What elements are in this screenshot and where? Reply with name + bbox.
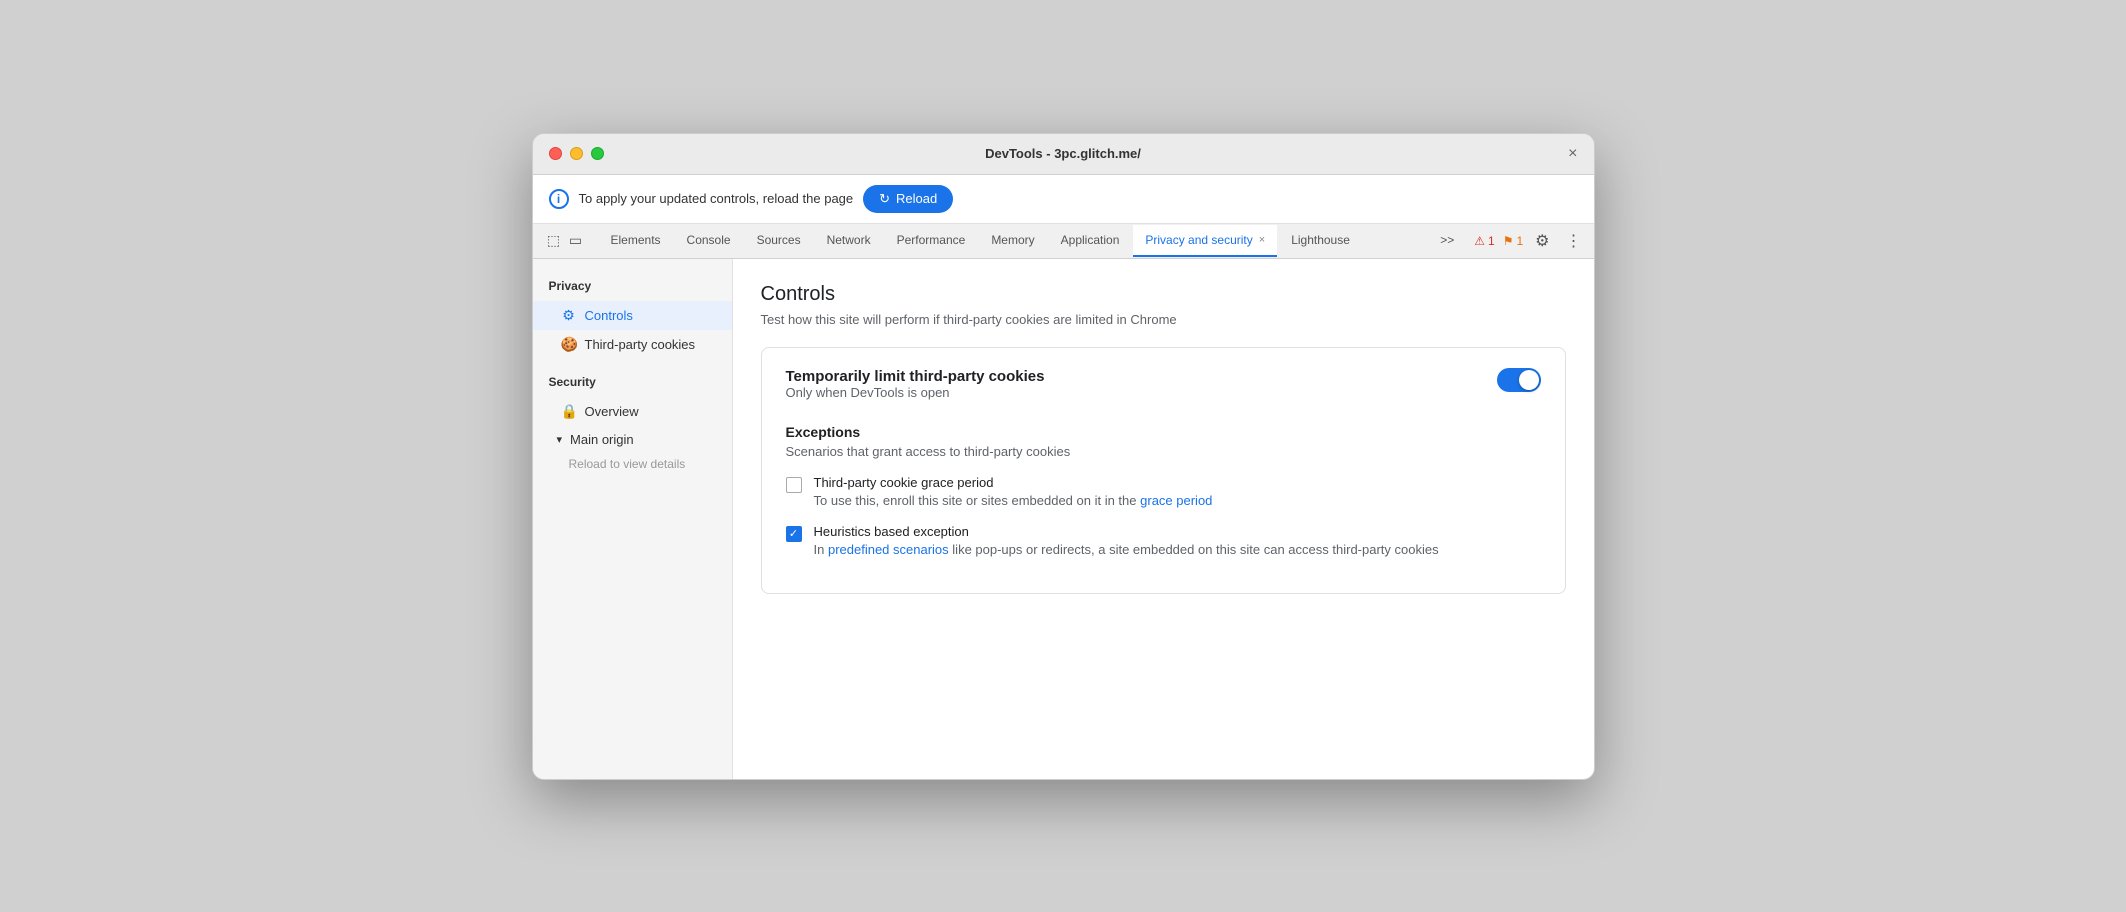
more-tabs-button[interactable]: >> (1428, 225, 1466, 257)
sidebar-item-main-origin[interactable]: ▾ Main origin (533, 426, 732, 453)
card-description: Only when DevTools is open (786, 385, 1045, 400)
grace-period-item: Third-party cookie grace period To use t… (786, 475, 1541, 508)
grace-period-checkbox[interactable] (786, 477, 802, 493)
limit-cookies-toggle[interactable] (1497, 368, 1541, 392)
content-area: Controls Test how this site will perform… (733, 259, 1594, 779)
heuristics-item: ✓ Heuristics based exception In predefin… (786, 524, 1541, 557)
heuristics-description: In predefined scenarios like pop-ups or … (814, 542, 1439, 557)
flag-icon: ⚑ (1503, 234, 1514, 248)
tab-extras: >> ⚠ 1 ⚑ 1 ⚙ ⋮ (1428, 225, 1585, 257)
heuristics-label: Heuristics based exception (814, 524, 1439, 539)
tab-memory[interactable]: Memory (979, 225, 1046, 257)
maximize-traffic-light[interactable] (591, 147, 604, 160)
grace-period-description: To use this, enroll this site or sites e… (814, 493, 1213, 508)
card-title-group: Temporarily limit third-party cookies On… (786, 368, 1045, 420)
device-icon[interactable]: ▭ (567, 232, 585, 250)
exceptions-description: Scenarios that grant access to third-par… (786, 444, 1541, 459)
reload-button[interactable]: ↻ Reload (863, 185, 953, 213)
grace-period-content: Third-party cookie grace period To use t… (814, 475, 1213, 508)
sidebar-item-overview[interactable]: 🔒 Overview (533, 397, 732, 426)
card-header: Temporarily limit third-party cookies On… (786, 368, 1541, 420)
predefined-scenarios-link[interactable]: predefined scenarios (828, 542, 949, 557)
warning-icon: ⚠ (1474, 234, 1485, 248)
reload-icon: ↻ (879, 191, 890, 207)
main-layout: Privacy ⚙ Controls 🍪 Third-party cookies… (533, 259, 1594, 779)
tab-console[interactable]: Console (675, 225, 743, 257)
banner-text: To apply your updated controls, reload t… (579, 191, 854, 206)
exceptions-section: Exceptions Scenarios that grant access t… (786, 424, 1541, 557)
tab-privacy-security[interactable]: Privacy and security × (1133, 225, 1277, 257)
chevron-icon: ▾ (557, 433, 563, 446)
controls-card: Temporarily limit third-party cookies On… (761, 347, 1566, 594)
tab-elements[interactable]: Elements (599, 225, 673, 257)
cookies-icon: 🍪 (561, 336, 577, 353)
controls-icon: ⚙ (561, 307, 577, 324)
heuristics-content: Heuristics based exception In predefined… (814, 524, 1439, 557)
tab-lighthouse[interactable]: Lighthouse (1279, 225, 1362, 257)
info-icon: i (549, 189, 569, 209)
exceptions-title: Exceptions (786, 424, 1541, 440)
tab-bar: ⬚ ▭ Elements Console Sources Network Per… (533, 224, 1594, 259)
inspect-icon[interactable]: ⬚ (545, 232, 563, 250)
traffic-lights (549, 147, 604, 160)
tab-icons: ⬚ ▭ (541, 224, 589, 258)
sidebar-item-third-party-cookies[interactable]: 🍪 Third-party cookies (533, 330, 732, 359)
close-button[interactable]: × (1568, 146, 1577, 162)
page-title: Controls (761, 283, 1566, 306)
window-title: DevTools - 3pc.glitch.me/ (985, 146, 1141, 161)
minimize-traffic-light[interactable] (570, 147, 583, 160)
sidebar-item-reload-details: Reload to view details (533, 453, 732, 475)
tab-network[interactable]: Network (815, 225, 883, 257)
warning-badge: ⚠ 1 (1474, 234, 1494, 248)
security-section-title: Security (533, 371, 732, 397)
settings-icon[interactable]: ⚙ (1531, 227, 1553, 255)
close-traffic-light[interactable] (549, 147, 562, 160)
sidebar: Privacy ⚙ Controls 🍪 Third-party cookies… (533, 259, 733, 779)
devtools-window: DevTools - 3pc.glitch.me/ × i To apply y… (532, 133, 1595, 780)
card-title: Temporarily limit third-party cookies (786, 368, 1045, 385)
reload-banner: i To apply your updated controls, reload… (533, 175, 1594, 224)
tab-performance[interactable]: Performance (885, 225, 978, 257)
privacy-section-title: Privacy (533, 275, 732, 301)
lock-icon: 🔒 (561, 403, 577, 420)
grace-period-link[interactable]: grace period (1140, 493, 1212, 508)
title-bar: DevTools - 3pc.glitch.me/ × (533, 134, 1594, 175)
heuristics-checkbox[interactable]: ✓ (786, 526, 802, 542)
grace-period-label: Third-party cookie grace period (814, 475, 1213, 490)
tab-application[interactable]: Application (1049, 225, 1132, 257)
sidebar-item-controls[interactable]: ⚙ Controls (533, 301, 732, 330)
tab-sources[interactable]: Sources (745, 225, 813, 257)
flag-badge: ⚑ 1 (1503, 234, 1523, 248)
page-subtitle: Test how this site will perform if third… (761, 312, 1566, 327)
close-tab-icon[interactable]: × (1259, 234, 1265, 246)
more-menu-icon[interactable]: ⋮ (1562, 227, 1586, 255)
